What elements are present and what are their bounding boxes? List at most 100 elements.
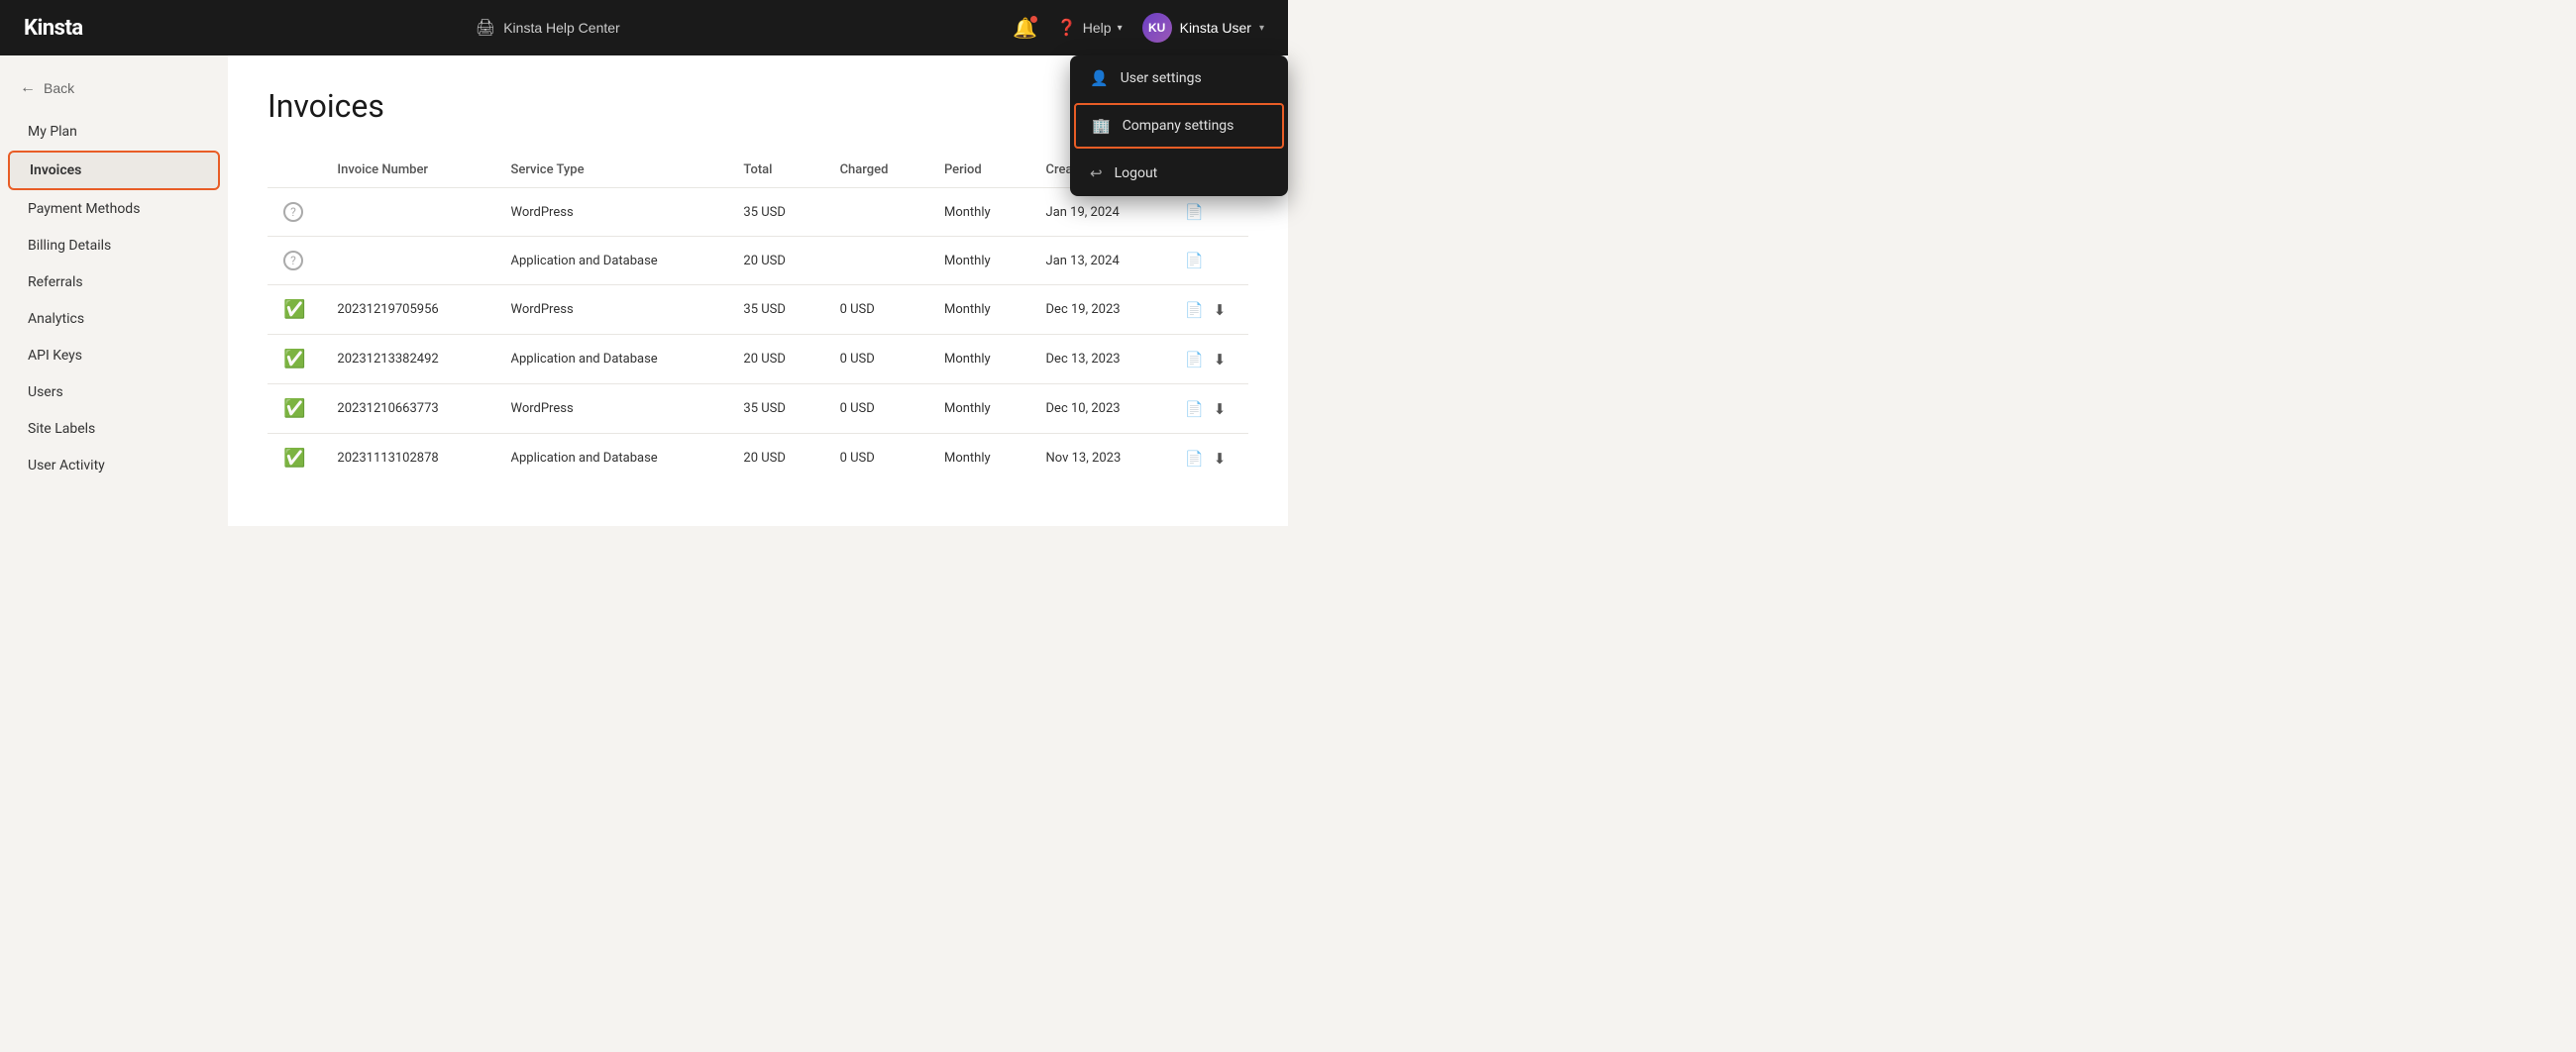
- invoice-number-cell: [321, 237, 494, 285]
- check-icon: ✅: [283, 299, 305, 320]
- sidebar-item-api-keys[interactable]: API Keys: [8, 338, 220, 373]
- view-invoice-icon[interactable]: 📄: [1185, 351, 1204, 368]
- sidebar-item-site-labels[interactable]: Site Labels: [8, 411, 220, 447]
- dropdown-item-user-settings[interactable]: 👤 User settings: [1070, 55, 1288, 101]
- logo: Kinsta: [24, 16, 83, 41]
- total-cell: 35 USD: [727, 285, 823, 335]
- company-settings-label: Company settings: [1123, 118, 1234, 134]
- back-label: Back: [44, 80, 74, 96]
- invoice-status-cell: ?: [268, 188, 321, 237]
- help-button[interactable]: ❓ Help ▾: [1057, 18, 1123, 38]
- sidebar-item-billing-details[interactable]: Billing Details: [8, 228, 220, 263]
- period-cell: Monthly: [928, 237, 1030, 285]
- table-row: ✅20231113102878Application and Database2…: [268, 434, 1248, 483]
- back-button[interactable]: ← Back: [0, 75, 94, 113]
- actions-cell: 📄 ⬇: [1169, 335, 1248, 384]
- sidebar-item-users[interactable]: Users: [8, 374, 220, 410]
- table-row: ✅20231213382492Application and Database2…: [268, 335, 1248, 384]
- period-cell: Monthly: [928, 335, 1030, 384]
- sidebar-item-my-plan[interactable]: My Plan: [8, 114, 220, 150]
- printer-icon: 🖨: [476, 18, 495, 38]
- period-cell: Monthly: [928, 188, 1030, 237]
- invoice-status-cell: ✅: [268, 335, 321, 384]
- actions-cell: 📄: [1169, 237, 1248, 285]
- help-center-button[interactable]: 🖨 Kinsta Help Center: [476, 18, 620, 38]
- invoice-number-cell: 20231210663773: [321, 384, 494, 434]
- notification-dot: [1030, 16, 1037, 23]
- download-invoice-icon[interactable]: ⬇: [1214, 301, 1227, 319]
- user-settings-label: User settings: [1121, 70, 1202, 86]
- notification-button[interactable]: 🔔: [1013, 16, 1037, 41]
- view-invoice-icon[interactable]: 📄: [1185, 450, 1204, 468]
- view-invoice-icon[interactable]: 📄: [1185, 301, 1204, 319]
- sidebar-item-analytics[interactable]: Analytics: [8, 301, 220, 337]
- charged-cell: 0 USD: [824, 384, 928, 434]
- sidebar-item-user-activity[interactable]: User Activity: [8, 448, 220, 483]
- download-invoice-icon[interactable]: ⬇: [1214, 351, 1227, 368]
- user-label: Kinsta User: [1180, 20, 1251, 36]
- view-invoice-icon[interactable]: 📄: [1185, 203, 1204, 221]
- invoice-number-cell: [321, 188, 494, 237]
- dropdown-item-logout[interactable]: ↩ Logout: [1070, 151, 1288, 196]
- col-header-total: Total: [727, 153, 823, 188]
- help-label: Help: [1083, 20, 1112, 36]
- chevron-down-icon: ▾: [1259, 23, 1264, 34]
- charged-cell: [824, 188, 928, 237]
- service-type-cell: Application and Database: [494, 335, 727, 384]
- download-invoice-icon[interactable]: ⬇: [1214, 450, 1227, 468]
- sidebar-item-invoices[interactable]: Invoices: [8, 151, 220, 190]
- col-header-invoice-number: Invoice Number: [321, 153, 494, 188]
- view-invoice-icon[interactable]: 📄: [1185, 400, 1204, 418]
- created-cell: Nov 13, 2023: [1030, 434, 1169, 483]
- back-arrow-icon: ←: [20, 79, 36, 97]
- building-icon: 🏢: [1092, 117, 1111, 135]
- actions-cell: 📄 ⬇: [1169, 285, 1248, 335]
- invoices-table: Invoice Number Service Type Total Charge…: [268, 153, 1248, 482]
- created-cell: Dec 19, 2023: [1030, 285, 1169, 335]
- logout-icon: ↩: [1090, 164, 1103, 182]
- avatar: KU: [1142, 13, 1172, 43]
- col-header-service-type: Service Type: [494, 153, 727, 188]
- view-invoice-icon[interactable]: 📄: [1185, 252, 1204, 269]
- period-cell: Monthly: [928, 434, 1030, 483]
- user-menu-button[interactable]: KU Kinsta User ▾: [1142, 13, 1264, 43]
- charged-cell: 0 USD: [824, 285, 928, 335]
- charged-cell: 0 USD: [824, 434, 928, 483]
- check-icon: ✅: [283, 398, 305, 419]
- invoice-number-cell: 20231113102878: [321, 434, 494, 483]
- invoice-status-cell: ?: [268, 237, 321, 285]
- total-cell: 20 USD: [727, 434, 823, 483]
- invoice-status-cell: ✅: [268, 434, 321, 483]
- col-header-status: [268, 153, 321, 188]
- actions-cell: 📄 ⬇: [1169, 384, 1248, 434]
- total-cell: 35 USD: [727, 384, 823, 434]
- service-type-cell: WordPress: [494, 384, 727, 434]
- download-invoice-icon[interactable]: ⬇: [1214, 400, 1227, 418]
- invoice-number-cell: 20231219705956: [321, 285, 494, 335]
- col-header-period: Period: [928, 153, 1030, 188]
- logout-label: Logout: [1115, 165, 1158, 181]
- invoice-status-cell: ✅: [268, 285, 321, 335]
- charged-cell: 0 USD: [824, 335, 928, 384]
- user-dropdown-menu: 👤 User settings 🏢 Company settings ↩ Log…: [1070, 55, 1288, 196]
- actions-cell: 📄 ⬇: [1169, 434, 1248, 483]
- total-cell: 20 USD: [727, 237, 823, 285]
- service-type-cell: Application and Database: [494, 237, 727, 285]
- table-row: ✅20231219705956WordPress35 USD0 USDMonth…: [268, 285, 1248, 335]
- help-center-label: Kinsta Help Center: [503, 20, 620, 36]
- invoice-status-cell: ✅: [268, 384, 321, 434]
- help-circle-icon: ❓: [1057, 18, 1077, 38]
- created-cell: Dec 10, 2023: [1030, 384, 1169, 434]
- period-cell: Monthly: [928, 285, 1030, 335]
- dropdown-item-company-settings[interactable]: 🏢 Company settings: [1074, 103, 1284, 149]
- question-icon: ?: [283, 202, 303, 222]
- sidebar: ← Back My Plan Invoices Payment Methods …: [0, 55, 228, 526]
- topnav-right: 🔔 ❓ Help ▾ KU Kinsta User ▾: [1013, 13, 1264, 43]
- sidebar-item-referrals[interactable]: Referrals: [8, 264, 220, 300]
- total-cell: 35 USD: [727, 188, 823, 237]
- created-cell: Dec 13, 2023: [1030, 335, 1169, 384]
- topnav: Kinsta 🖨 Kinsta Help Center 🔔 ❓ Help ▾ K…: [0, 0, 1288, 55]
- period-cell: Monthly: [928, 384, 1030, 434]
- check-icon: ✅: [283, 349, 305, 369]
- sidebar-item-payment-methods[interactable]: Payment Methods: [8, 191, 220, 227]
